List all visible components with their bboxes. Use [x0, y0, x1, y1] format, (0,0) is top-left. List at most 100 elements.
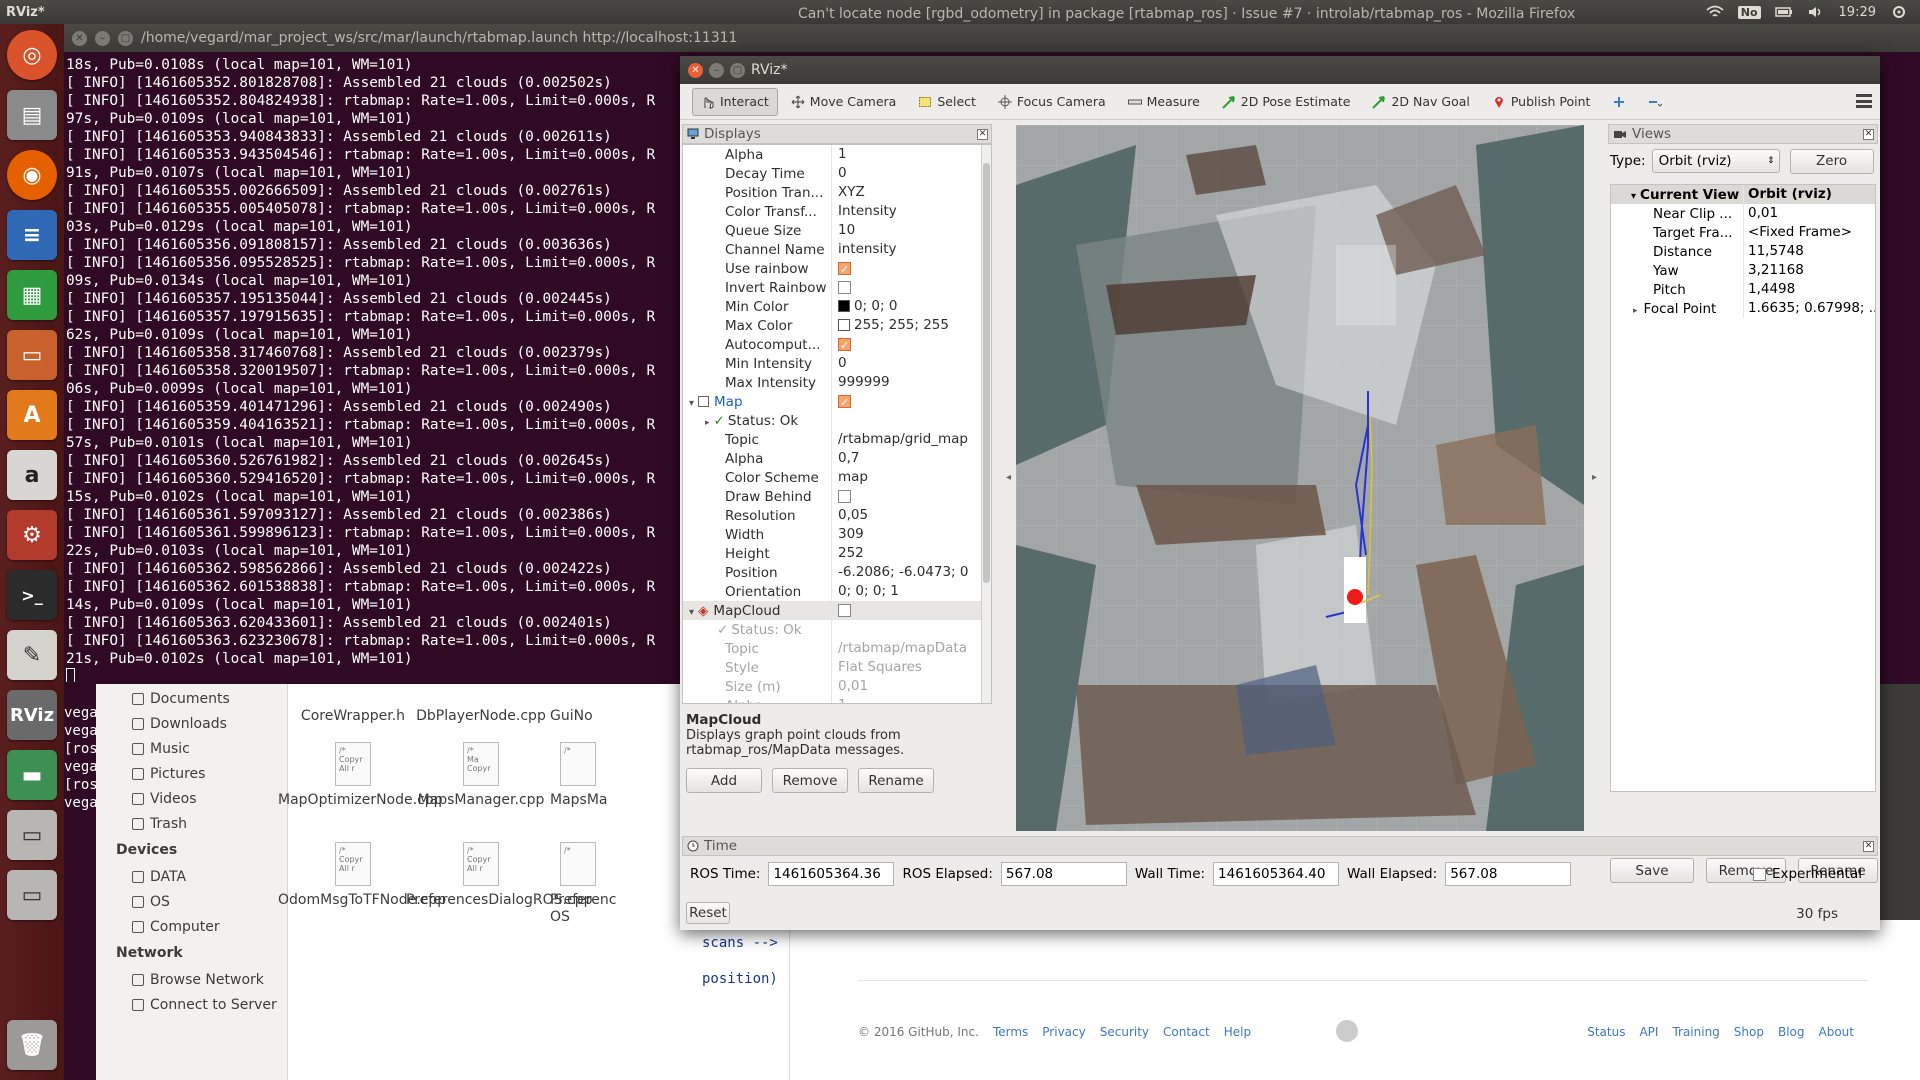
network-connect[interactable]: Connect to Server: [96, 992, 287, 1017]
property-row[interactable]: Alpha 1: [683, 145, 991, 164]
close-icon[interactable]: ✕: [688, 62, 703, 78]
property-row[interactable]: Min Color 0; 0; 0: [683, 297, 991, 316]
amazon-icon[interactable]: a: [7, 450, 57, 500]
footer-link-about[interactable]: About: [1819, 1025, 1854, 1039]
property-row[interactable]: Position Tran... XYZ: [683, 183, 991, 202]
remove-display-button[interactable]: Remove: [772, 768, 848, 793]
property-value[interactable]: [831, 335, 991, 354]
property-row[interactable]: Invert Rainbow: [683, 278, 991, 297]
view-property-row[interactable]: Pitch 1,4498: [1611, 280, 1875, 299]
disk-drive-icon[interactable]: ▭: [7, 810, 57, 860]
firefox-window-title[interactable]: Can't locate node [rgbd_odometry] in pac…: [798, 6, 1575, 22]
property-row[interactable]: Height 252: [683, 544, 991, 563]
network-browse[interactable]: Browse Network: [96, 967, 287, 992]
display-mapcloud[interactable]: ▾ ◈ MapCloud: [683, 601, 991, 620]
displays-tree[interactable]: Alpha 1 Decay Time 0 Position Tran... XYZ Colo…: [682, 144, 992, 704]
device-data[interactable]: DATA: [96, 864, 287, 889]
rviz-icon[interactable]: RViz: [7, 690, 57, 740]
property-row[interactable]: Width 309: [683, 525, 991, 544]
file-item[interactable]: /* Preferenc OS: [550, 842, 616, 926]
impress-icon[interactable]: ▭: [7, 330, 57, 380]
view-property-row[interactable]: Yaw 3,21168: [1611, 261, 1875, 280]
minimize-icon[interactable]: –: [709, 62, 724, 78]
reset-button[interactable]: Reset: [686, 902, 730, 924]
software-center-icon[interactable]: A: [7, 390, 57, 440]
view-property-row[interactable]: Distance 11,5748: [1611, 242, 1875, 261]
footer-link-security[interactable]: Security: [1100, 1025, 1149, 1039]
footer-link-training[interactable]: Training: [1672, 1025, 1719, 1039]
add-tool-button[interactable]: [1603, 88, 1635, 116]
property-value[interactable]: 1.6635; 0.67998; ...: [1743, 299, 1875, 318]
footer-link-shop[interactable]: Shop: [1734, 1025, 1764, 1039]
property-row[interactable]: Position -6.2086; -6.0473; 0: [683, 563, 991, 582]
property-row[interactable]: Draw Behind: [683, 487, 991, 506]
property-row[interactable]: Color Transf... Intensity: [683, 202, 991, 221]
disk-drive-icon[interactable]: ▭: [7, 870, 57, 920]
property-row[interactable]: Topic/rtabmap/grid_map: [683, 430, 991, 449]
checkbox[interactable]: [838, 280, 851, 294]
place-videos[interactable]: Videos: [96, 786, 287, 811]
wifi-icon[interactable]: [1706, 5, 1724, 19]
property-value[interactable]: 255; 255; 255: [831, 316, 991, 335]
usb-drive-icon[interactable]: ▬: [7, 750, 57, 800]
property-value[interactable]: intensity: [831, 240, 991, 259]
tool-focus-camera[interactable]: Focus Camera: [989, 88, 1115, 116]
property-value[interactable]: Flat Squares: [831, 658, 991, 677]
property-value[interactable]: 0,01: [831, 677, 991, 696]
footer-link-status[interactable]: Status: [1587, 1025, 1625, 1039]
volume-icon[interactable]: [1807, 5, 1825, 19]
writer-icon[interactable]: ≡: [7, 210, 57, 260]
footer-link-help[interactable]: Help: [1224, 1025, 1251, 1039]
view-type-select[interactable]: Orbit (rviz) ⇕: [1651, 149, 1780, 173]
property-value[interactable]: [831, 278, 991, 297]
property-value[interactable]: [831, 487, 991, 506]
file-item[interactable]: /* Copyr All r PreferencesDialogROS.cpp: [406, 842, 592, 909]
checkbox[interactable]: [838, 489, 851, 503]
power-gear-icon[interactable]: [1890, 5, 1908, 19]
tool-2d-nav-goal[interactable]: 2D Nav Goal: [1363, 88, 1478, 116]
checkbox[interactable]: [838, 260, 851, 278]
close-icon[interactable]: ✕: [1863, 840, 1874, 852]
ros-elapsed-field[interactable]: 567.08: [1000, 862, 1127, 886]
calc-icon[interactable]: ▦: [7, 270, 57, 320]
place-downloads[interactable]: Downloads: [96, 711, 287, 736]
wall-elapsed-field[interactable]: 567.08: [1445, 862, 1572, 886]
property-row[interactable]: Style Flat Squares: [683, 658, 991, 677]
property-value[interactable]: Intensity: [831, 202, 991, 221]
add-display-button[interactable]: Add: [686, 768, 762, 793]
tool-select[interactable]: Select: [909, 88, 985, 116]
property-value[interactable]: XYZ: [831, 183, 991, 202]
footer-link-terms[interactable]: Terms: [993, 1025, 1028, 1039]
property-value[interactable]: -6.2086; -6.0473; 0: [831, 563, 991, 582]
display-enabled[interactable]: [831, 601, 991, 620]
3d-view[interactable]: [1016, 125, 1584, 831]
expand-down-icon[interactable]: ▾: [689, 607, 694, 618]
display-map[interactable]: ▾ Map: [683, 392, 991, 411]
close-icon[interactable]: ✕: [1863, 128, 1874, 140]
property-row[interactable]: Min Intensity 0: [683, 354, 991, 373]
place-documents[interactable]: Documents: [96, 686, 287, 711]
rename-display-button[interactable]: Rename: [858, 768, 934, 793]
property-row[interactable]: Size (m) 0,01: [683, 677, 991, 696]
property-row[interactable]: Channel Name intensity: [683, 240, 991, 259]
property-value[interactable]: 999999: [831, 373, 991, 392]
property-value[interactable]: 0,7: [831, 449, 991, 468]
rviz-titlebar[interactable]: ✕ – □ RViz*: [680, 56, 1880, 84]
checkbox[interactable]: [838, 603, 851, 617]
firefox-icon[interactable]: ◉: [7, 150, 57, 200]
place-trash[interactable]: Trash: [96, 811, 287, 836]
property-value[interactable]: 0: [831, 354, 991, 373]
expand-down-icon[interactable]: ▾: [689, 398, 694, 409]
property-value[interactable]: 0: [831, 164, 991, 183]
close-icon[interactable]: ✕: [72, 30, 87, 46]
display-enabled[interactable]: [831, 392, 991, 411]
property-value[interactable]: 3,21168: [1743, 261, 1875, 280]
expand-right-icon[interactable]: ▸: [1633, 306, 1638, 316]
property-value[interactable]: 11,5748: [1743, 242, 1875, 261]
terminal-output[interactable]: 18s, Pub=0.0108s (local map=101, WM=101)…: [64, 52, 684, 682]
file-manager-window[interactable]: vega vega [ros vega [ros vega Documents Downl…: [64, 684, 684, 1080]
battery-icon[interactable]: [1774, 5, 1793, 19]
footer-link-api[interactable]: API: [1639, 1025, 1658, 1039]
property-value[interactable]: 0,05: [831, 506, 991, 525]
keyboard-indicator[interactable]: No: [1737, 5, 1761, 19]
